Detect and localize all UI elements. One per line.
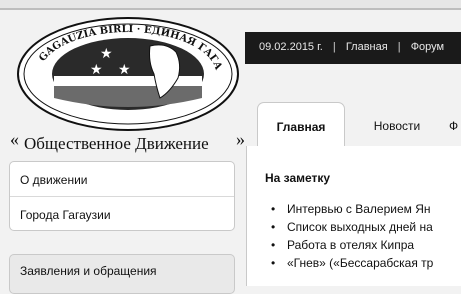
main-content: На заметку Интервью с Валерием Ян Список… (246, 146, 461, 286)
main-tabs: Главная Новости Ф (245, 102, 461, 146)
tagline-quote-open: « (10, 129, 19, 149)
current-date: 09.02.2015 г. (259, 41, 323, 53)
top-strip (0, 0, 461, 10)
logo-tagline: Общественное Движение (24, 134, 209, 153)
sidebar-item-cities[interactable]: Города Гагаузии (10, 196, 234, 230)
star-icon: ★ (118, 62, 131, 78)
tab-partial[interactable]: Ф (449, 102, 461, 146)
tab-home[interactable]: Главная (257, 102, 345, 146)
list-item[interactable]: «Гнев» («Бессарабская тр (271, 256, 433, 274)
sidebar-section: Заявления и обращения (9, 254, 235, 294)
separator: | (332, 41, 336, 53)
sidebar-menu: О движении Города Гагаузии (9, 161, 235, 231)
top-link-forum[interactable]: Форум (411, 41, 444, 53)
separator: | (397, 41, 401, 53)
list-item[interactable]: Список выходных дней на (271, 220, 433, 238)
sidebar-item-about[interactable]: О движении (10, 162, 234, 196)
top-link-home[interactable]: Главная (346, 41, 388, 53)
site-logo[interactable]: ★ ★ ★ GAGAUZIA BIRLI · ЕДИНАЯ ГАГАУЗИЯ ·… (5, 8, 245, 154)
top-dark-bar: 09.02.2015 г. | Главная | Форум (245, 32, 461, 64)
main-heading: На заметку (265, 171, 331, 185)
star-icon: ★ (90, 62, 103, 78)
tab-news[interactable]: Новости (367, 102, 427, 146)
star-icon: ★ (100, 46, 113, 62)
news-list: Интервью с Валерием Ян Список выходных д… (271, 202, 433, 274)
sidebar-section-title[interactable]: Заявления и обращения (10, 255, 234, 278)
list-item[interactable]: Работа в отелях Кипра (271, 238, 433, 256)
tagline-quote-close: » (236, 129, 245, 149)
gagauzia-seal-emblem: ★ ★ ★ GAGAUZIA BIRLI · ЕДИНАЯ ГАГАУЗИЯ ·… (5, 8, 239, 131)
list-item[interactable]: Интервью с Валерием Ян (271, 202, 433, 220)
